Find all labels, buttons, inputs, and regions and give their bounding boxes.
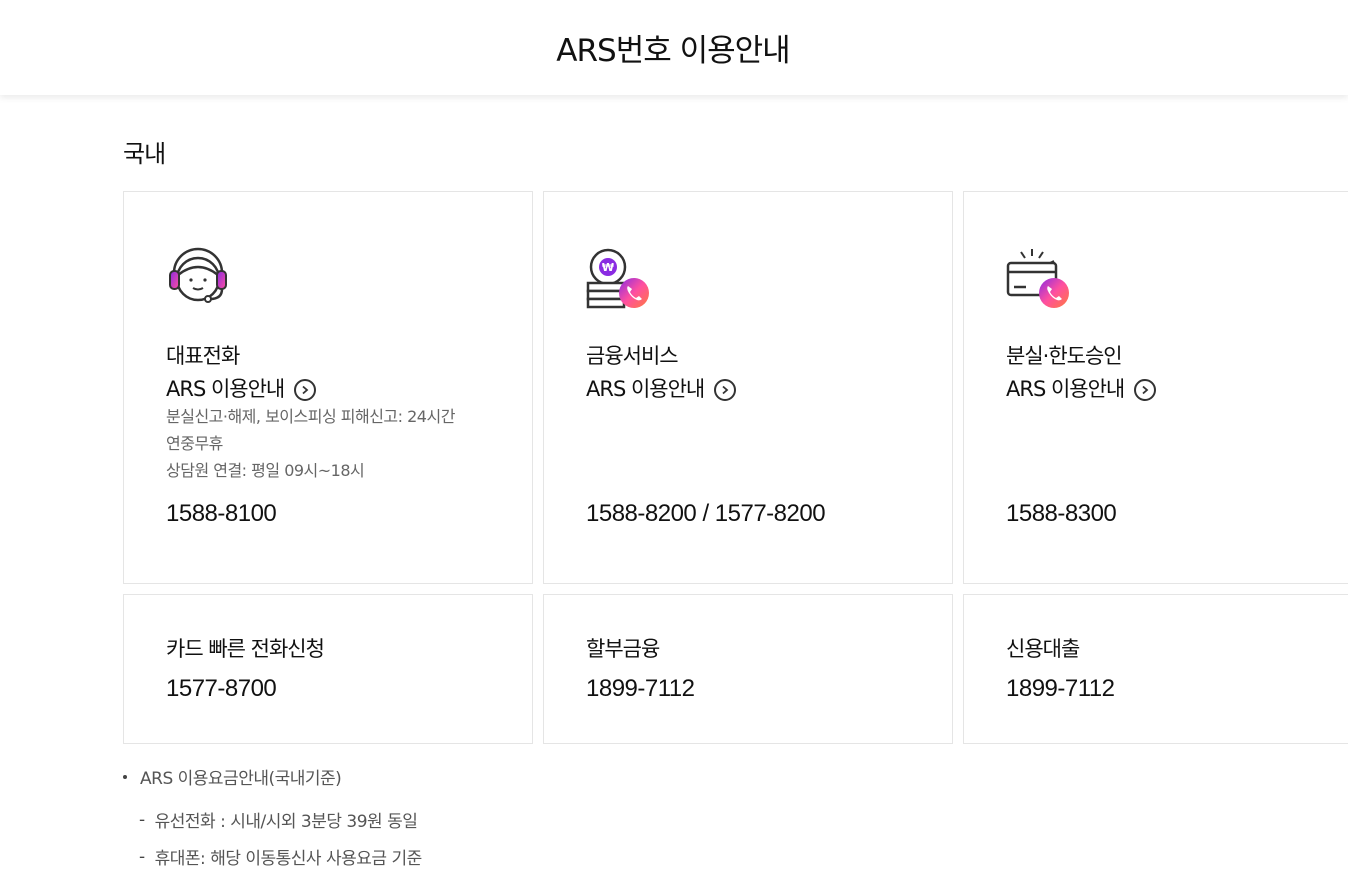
page-header: ARS번호 이용안내 (0, 0, 1348, 95)
card-title: 분실·한도승인 (1006, 344, 1123, 368)
card-title: 신용대출 (1006, 637, 1080, 661)
ars-fee-notes: ARS 이용요금안내(국내기준) - 유선전화 : 시내/시외 3분당 39원 … (120, 764, 422, 869)
ars-card-finance: ₩ 금융서비스 ARS 이용안내 1588-8200 / 1577-8200 (543, 191, 953, 584)
notes-item-text: 유선전화 : 시내/시외 3분당 39원 동일 (154, 812, 418, 832)
desc-line: 분실신고·해제, 보이스피싱 피해신고: 24시간 (166, 407, 455, 426)
phone-number[interactable]: 1899-7112 (586, 675, 695, 703)
dash-icon: - (139, 809, 145, 830)
phone-number[interactable]: 1899-7112 (1006, 675, 1115, 703)
phone-number[interactable]: 1588-8100 (166, 500, 277, 528)
card-title: 할부금융 (586, 637, 660, 661)
chevron-right-circle-icon[interactable] (294, 378, 317, 401)
section-title-domestic: 국내 (123, 140, 166, 168)
page-title: ARS번호 이용안내 (556, 33, 790, 69)
card-title: 대표전화 (166, 344, 240, 368)
ars-guide-link[interactable]: ARS 이용안내 (166, 373, 317, 406)
headset-agent-icon (166, 247, 230, 311)
phone-number[interactable]: 1588-8300 (1006, 500, 1117, 528)
card-title: 카드 빠른 전화신청 (166, 637, 325, 661)
ars-guide-label: ARS 이용안내 (166, 377, 285, 401)
won-coin-phone-icon: ₩ (586, 247, 650, 311)
ars-guide-label: ARS 이용안내 (1006, 377, 1125, 401)
chevron-right-circle-icon[interactable] (714, 378, 737, 401)
desc-line: 상담원 연결: 평일 09시~18시 (166, 461, 365, 480)
card-title: 금융서비스 (586, 344, 679, 368)
ars-guide-link[interactable]: ARS 이용안내 (1006, 373, 1157, 406)
credit-loan-card: 신용대출 1899-7112 (963, 594, 1348, 744)
installment-finance-card: 할부금융 1899-7112 (543, 594, 953, 744)
notes-item: - 휴대폰: 해당 이동통신사 사용요금 기준 (139, 844, 423, 870)
notes-heading-text: ARS 이용요금안내(국내기준) (140, 769, 342, 789)
card-description: 분실신고·해제, 보이스피싱 피해신고: 24시간 연중무휴 상담원 연결: 평… (166, 403, 506, 484)
ars-guide-label: ARS 이용안내 (586, 377, 705, 401)
phone-number[interactable]: 1577-8700 (166, 675, 277, 703)
card-title-block: 대표전화 ARS 이용안내 (166, 340, 317, 406)
svg-text:₩: ₩ (602, 261, 614, 274)
chevron-right-circle-icon[interactable] (1134, 378, 1157, 401)
quick-call-card: 카드 빠른 전화신청 1577-8700 (123, 594, 533, 744)
ars-card-lost-limit: 분실·한도승인 ARS 이용안내 1588-8300 (963, 191, 1348, 584)
ars-card-main: 대표전화 ARS 이용안내 분실신고·해제, 보이스피싱 피해신고: 24시간 … (123, 191, 533, 584)
notes-heading: ARS 이용요금안내(국내기준) (120, 764, 422, 789)
card-title-block: 금융서비스 ARS 이용안내 (586, 340, 737, 406)
ars-guide-link[interactable]: ARS 이용안내 (586, 373, 737, 406)
notes-item: - 유선전화 : 시내/시외 3분당 39원 동일 (139, 807, 422, 833)
bullet-icon (123, 774, 127, 779)
card-phone-icon (1006, 247, 1070, 311)
notes-item-text: 휴대폰: 해당 이동통신사 사용요금 기준 (154, 849, 423, 869)
desc-line: 연중무휴 (166, 434, 223, 453)
dash-icon: - (139, 846, 145, 867)
phone-number[interactable]: 1588-8200 / 1577-8200 (586, 500, 826, 528)
card-title-block: 분실·한도승인 ARS 이용안내 (1006, 340, 1157, 406)
